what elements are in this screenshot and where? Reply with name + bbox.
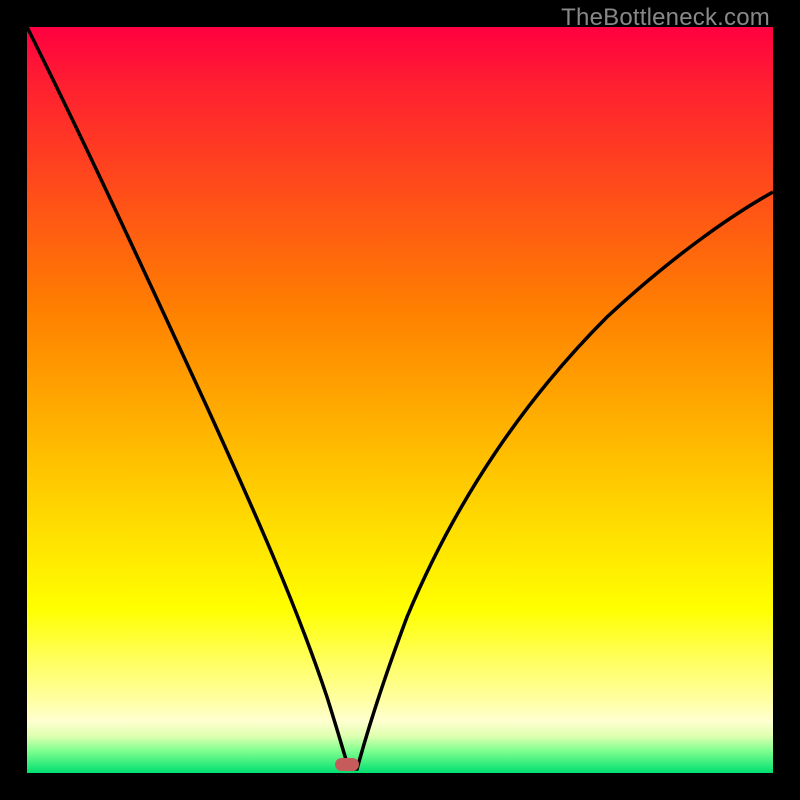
optimum-marker <box>335 758 359 771</box>
bottleneck-curve <box>27 27 773 773</box>
watermark-text: TheBottleneck.com <box>561 4 770 32</box>
plot-area <box>27 27 773 773</box>
curve-path <box>27 27 773 769</box>
